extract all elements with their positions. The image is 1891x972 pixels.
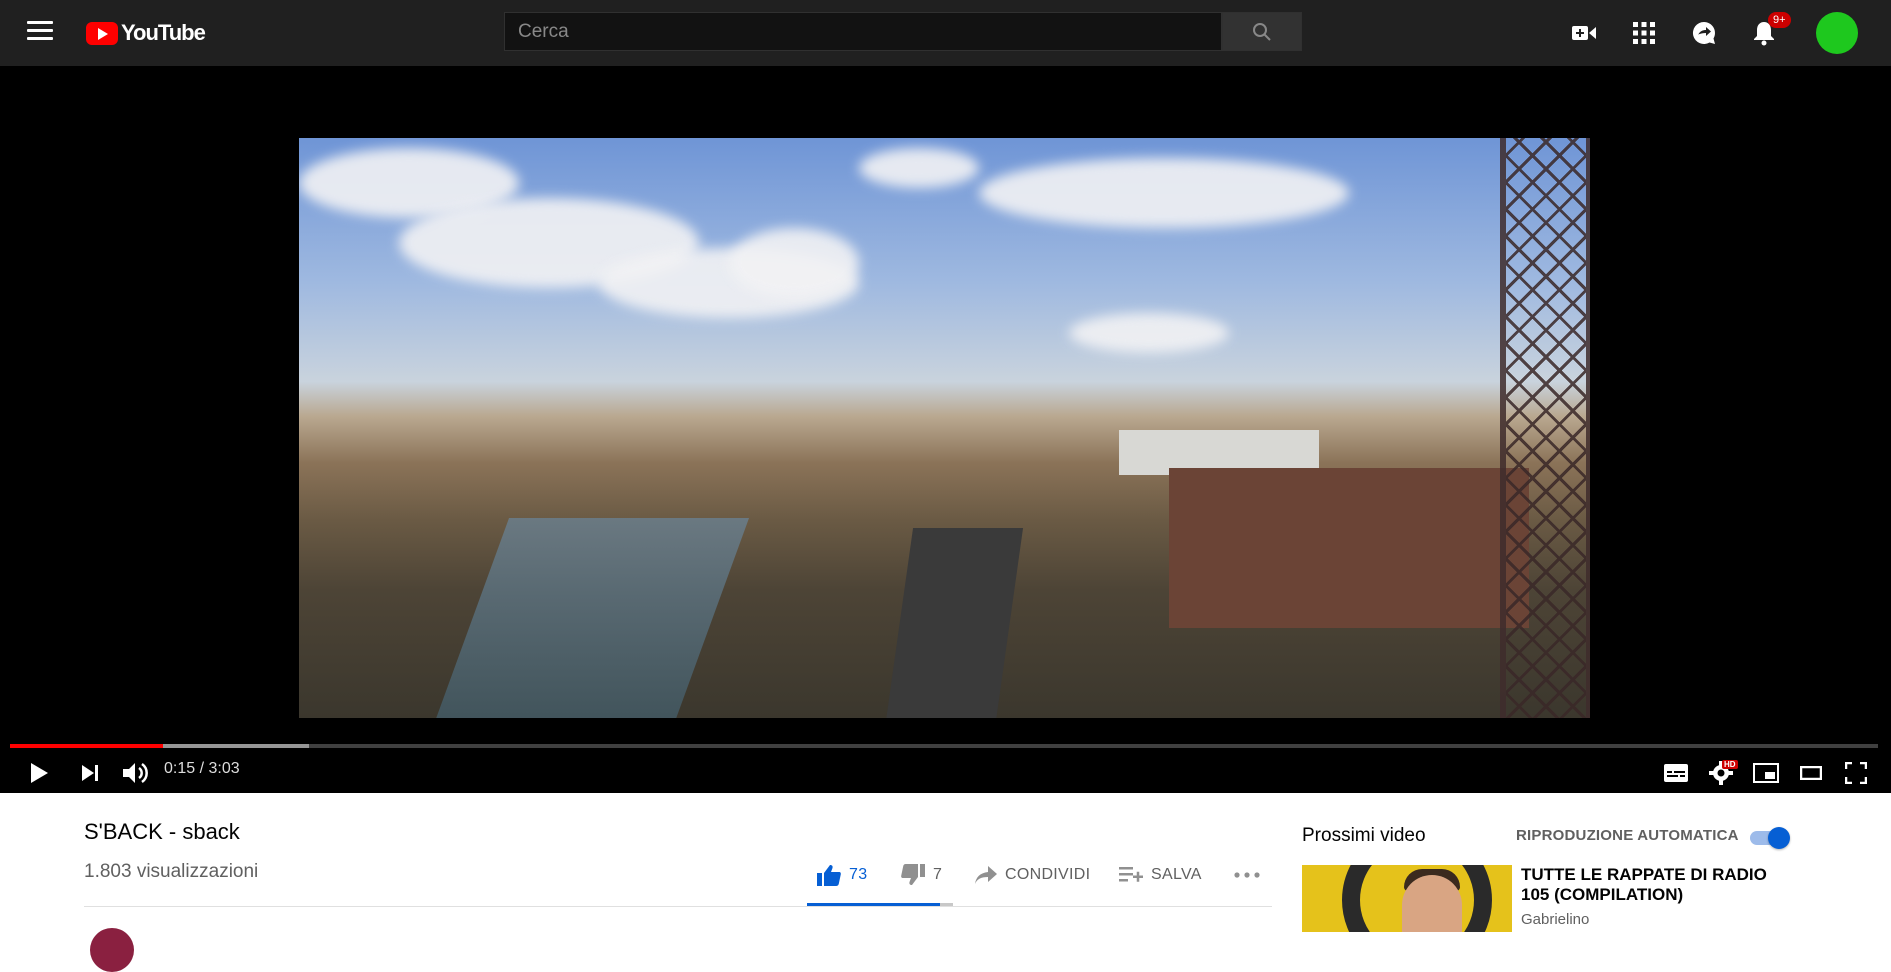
subtitles-button[interactable] [1662,758,1690,788]
apps-button[interactable] [1629,18,1659,48]
save-label: SALVA [1151,866,1202,883]
miniplayer-icon [1753,763,1779,783]
like-button[interactable]: 73 [817,860,867,890]
video-player: 0:15 / 3:03 HD [0,66,1891,793]
account-avatar[interactable] [1816,12,1858,54]
search-button[interactable] [1222,12,1302,51]
chat-share-icon [1692,21,1715,44]
more-horizontal-icon [1234,872,1260,878]
share-icon [975,866,997,884]
masthead: YouTube 9+ [0,0,1891,66]
autoplay-label: RIPRODUZIONE AUTOMATICA [1516,827,1739,844]
up-next-heading: Prossimi video [1302,825,1426,846]
search-bar [504,12,1302,51]
search-icon [1253,22,1271,41]
hd-badge: HD [1722,760,1738,769]
view-count: 1.803 visualizzazioni [84,861,259,882]
subtitles-icon [1664,764,1688,782]
dislike-button[interactable]: 7 [901,860,942,890]
play-icon [31,763,48,783]
thumbs-up-icon [817,865,841,886]
messages-button[interactable] [1689,18,1719,48]
youtube-play-icon [86,21,118,45]
time-display: 0:15 / 3:03 [164,760,240,777]
progress-bar[interactable] [10,744,1878,748]
recommendation-channel[interactable]: Gabrielino [1521,911,1589,928]
autoplay-toggle[interactable] [1748,827,1792,849]
video-title: S'BACK - sback [84,819,240,844]
more-actions-button[interactable] [1234,860,1260,890]
miniplayer-button[interactable] [1751,758,1781,788]
next-button[interactable] [78,758,102,788]
theater-mode-button[interactable] [1797,758,1825,788]
skip-next-icon [82,765,98,781]
save-button[interactable]: SALVA [1119,860,1202,890]
share-button[interactable]: CONDIVIDI [975,860,1090,890]
recommendation-thumbnail[interactable] [1302,865,1512,932]
video-camera-icon [1572,26,1596,40]
video-frame[interactable] [299,138,1590,718]
playlist-add-icon [1119,867,1143,882]
youtube-logo[interactable]: YouTube [86,19,206,47]
volume-icon [123,762,148,784]
play-button[interactable] [26,758,52,788]
dislike-count: 7 [933,866,943,883]
channel-avatar[interactable] [90,928,134,972]
logo-text: YouTube [121,20,206,45]
fullscreen-icon [1845,762,1867,784]
search-input[interactable] [504,12,1222,51]
played-indicator [10,744,164,748]
like-count: 73 [849,866,868,883]
menu-icon[interactable] [27,21,53,43]
create-video-button[interactable] [1569,18,1599,48]
share-label: CONDIVIDI [1005,866,1091,883]
volume-button[interactable] [120,758,150,788]
theater-icon [1800,766,1822,780]
notification-badge: 9+ [1768,12,1791,28]
apps-grid-icon [1633,22,1655,44]
fullscreen-button[interactable] [1842,758,1870,788]
divider [84,906,1272,907]
thumbs-down-icon [901,864,925,885]
recommendation-title[interactable]: TUTTE LE RAPPATE DI RADIO 105 (COMPILATI… [1521,865,1781,905]
